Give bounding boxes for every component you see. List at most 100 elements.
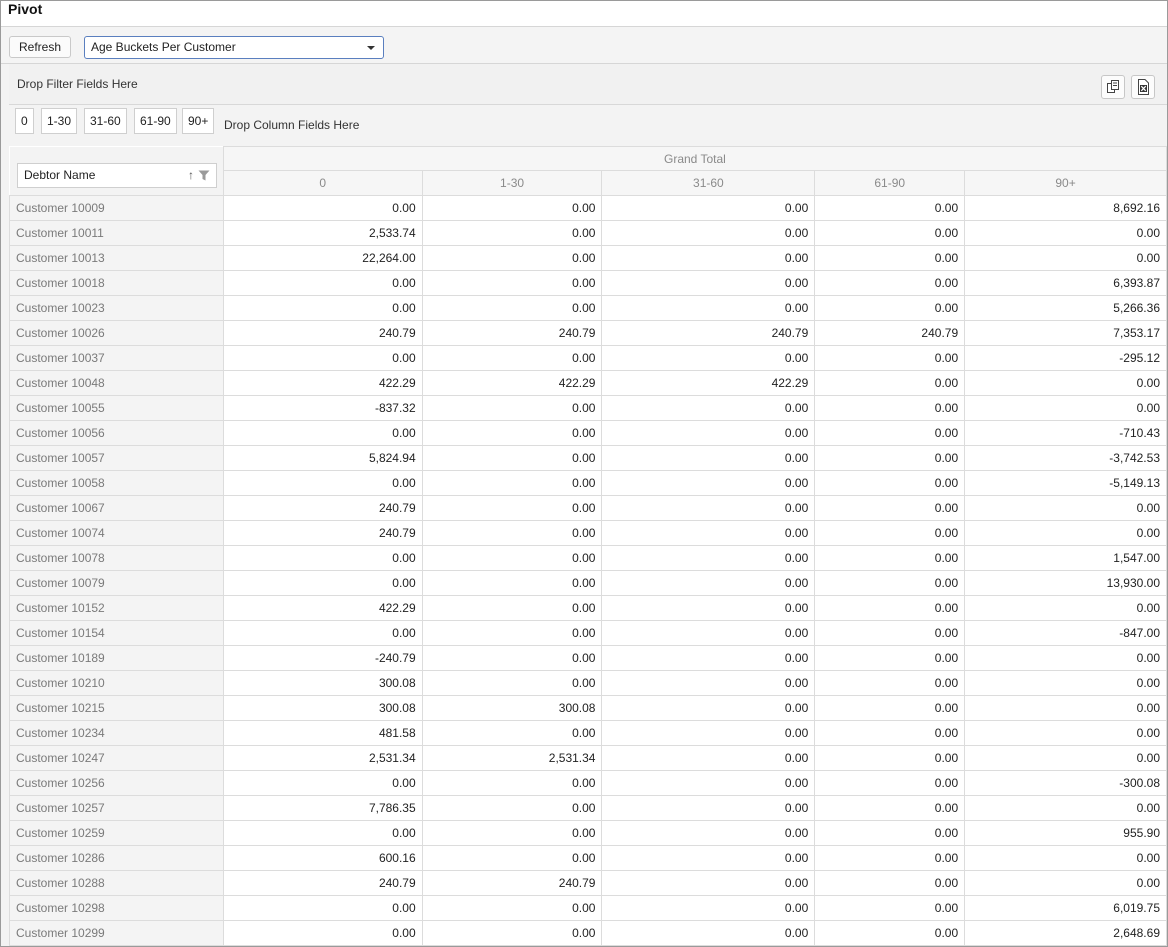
row-header-cell[interactable]: Customer 10259 [9,820,224,846]
value-cell: 0.00 [421,845,603,871]
value-cell: 0.00 [222,895,423,921]
row-header-cell[interactable]: Customer 10057 [9,445,224,471]
value-cell: 300.08 [421,695,603,721]
value-cell: 0.00 [814,620,966,646]
value-cell: 0.00 [814,420,966,446]
copy-button[interactable] [1101,75,1125,99]
row-header-cell[interactable]: Customer 10256 [9,770,224,796]
value-cell: 0.00 [814,520,966,546]
row-field-label: Debtor Name [24,168,96,182]
value-cell: 2,648.69 [964,920,1167,946]
row-header-cell[interactable]: Customer 10215 [9,695,224,721]
filter-icon[interactable] [198,170,210,181]
value-cell: 0.00 [421,420,603,446]
column-header[interactable]: 31-60 [601,170,816,196]
sort-arrow-icon[interactable]: ↑ [188,164,194,187]
column-field-chip[interactable]: 0 [15,108,34,134]
row-header-cell[interactable]: Customer 10058 [9,470,224,496]
column-field-chip[interactable]: 61-90 [134,108,177,134]
value-cell: 13,930.00 [964,570,1167,596]
row-header-cell[interactable]: Customer 10286 [9,845,224,871]
value-cell: 0.00 [814,395,966,421]
row-header-cell[interactable]: Customer 10037 [9,345,224,371]
toolbar: Refresh Age Buckets Per Customer [1,27,1167,64]
column-field-chip[interactable]: 90+ [182,108,215,134]
value-cell: 0.00 [964,870,1167,896]
value-cell: 0.00 [421,270,603,296]
value-cell: 0.00 [964,495,1167,521]
row-header-cell[interactable]: Customer 10298 [9,895,224,921]
table-row: Customer 10057 5,824.94 0.00 0.00 0.00 -3,742… [9,445,1167,471]
row-header-cell[interactable]: Customer 10078 [9,545,224,571]
value-cell: 0.00 [814,670,966,696]
value-cell: 0.00 [601,295,816,321]
row-header-cell[interactable]: Customer 10234 [9,720,224,746]
filter-drop-zone[interactable]: Drop Filter Fields Here [9,64,1167,105]
value-cell: 0.00 [421,770,603,796]
row-field-debtor-name[interactable]: Debtor Name ↑ [17,163,217,188]
row-header-cell[interactable]: Customer 10018 [9,270,224,296]
value-cell: -300.08 [964,770,1167,796]
value-cell: 0.00 [814,645,966,671]
value-cell: 0.00 [964,845,1167,871]
refresh-button[interactable]: Refresh [9,36,71,58]
value-cell: 0.00 [814,445,966,471]
table-row: Customer 10074 240.79 0.00 0.00 0.00 0.00 [9,520,1167,546]
value-cell: 0.00 [421,820,603,846]
chevron-down-icon [367,46,375,50]
column-drop-zone[interactable]: 0 1-30 31-60 61-90 90+ Drop Column Field… [9,105,1167,145]
value-cell: 0.00 [814,845,966,871]
value-cell: 7,353.17 [964,320,1167,346]
row-header-cell[interactable]: Customer 10026 [9,320,224,346]
row-header-cell[interactable]: Customer 10023 [9,295,224,321]
row-header-cell[interactable]: Customer 10011 [9,220,224,246]
row-header-cell[interactable]: Customer 10299 [9,920,224,946]
column-field-chip[interactable]: 1-30 [41,108,78,134]
value-cell: 2,533.74 [222,220,423,246]
row-header-cell[interactable]: Customer 10079 [9,570,224,596]
value-cell: 0.00 [421,895,603,921]
value-cell: 422.29 [421,370,603,396]
row-header-cell[interactable]: Customer 10009 [9,195,224,221]
row-header-cell[interactable]: Customer 10189 [9,645,224,671]
row-header-cell[interactable]: Customer 10288 [9,870,224,896]
row-header-cell[interactable]: Customer 10074 [9,520,224,546]
column-header[interactable]: 0 [222,170,423,196]
row-header-cell[interactable]: Customer 10152 [9,595,224,621]
row-header-cell[interactable]: Customer 10154 [9,620,224,646]
value-cell: 0.00 [964,795,1167,821]
column-header[interactable]: 1-30 [421,170,603,196]
table-row: Customer 10079 0.00 0.00 0.00 0.00 13,930.00 [9,570,1167,596]
column-header[interactable]: 61-90 [814,170,966,196]
value-cell: 0.00 [222,195,423,221]
row-header-cell[interactable]: Customer 10257 [9,795,224,821]
value-cell: 0.00 [421,195,603,221]
table-row: Customer 10152 422.29 0.00 0.00 0.00 0.00 [9,595,1167,621]
row-header-cell[interactable]: Customer 10013 [9,245,224,271]
export-excel-button[interactable] [1131,75,1155,99]
row-header-cell[interactable]: Customer 10055 [9,395,224,421]
value-cell: 0.00 [814,720,966,746]
column-header[interactable]: 90+ [964,170,1167,196]
value-cell: -240.79 [222,645,423,671]
row-header-cell[interactable]: Customer 10048 [9,370,224,396]
row-header-cell[interactable]: Customer 10067 [9,495,224,521]
value-cell: 5,266.36 [964,295,1167,321]
value-cell: 0.00 [601,695,816,721]
row-header-cell[interactable]: Customer 10247 [9,745,224,771]
table-row: Customer 10298 0.00 0.00 0.00 0.00 6,019.75 [9,895,1167,921]
value-cell: 600.16 [222,845,423,871]
table-row: Customer 10055 -837.32 0.00 0.00 0.00 0.00 [9,395,1167,421]
row-header-cell[interactable]: Customer 10210 [9,670,224,696]
value-cell: 0.00 [421,545,603,571]
value-cell: 0.00 [964,220,1167,246]
column-field-chip[interactable]: 31-60 [84,108,127,134]
value-cell: 0.00 [601,820,816,846]
value-cell: 0.00 [222,420,423,446]
value-cell: 0.00 [814,920,966,946]
value-cell: 0.00 [814,820,966,846]
row-header-cell[interactable]: Customer 10056 [9,420,224,446]
value-cell: 0.00 [421,220,603,246]
copy-icon [1107,80,1119,93]
report-select[interactable]: Age Buckets Per Customer [84,36,384,59]
